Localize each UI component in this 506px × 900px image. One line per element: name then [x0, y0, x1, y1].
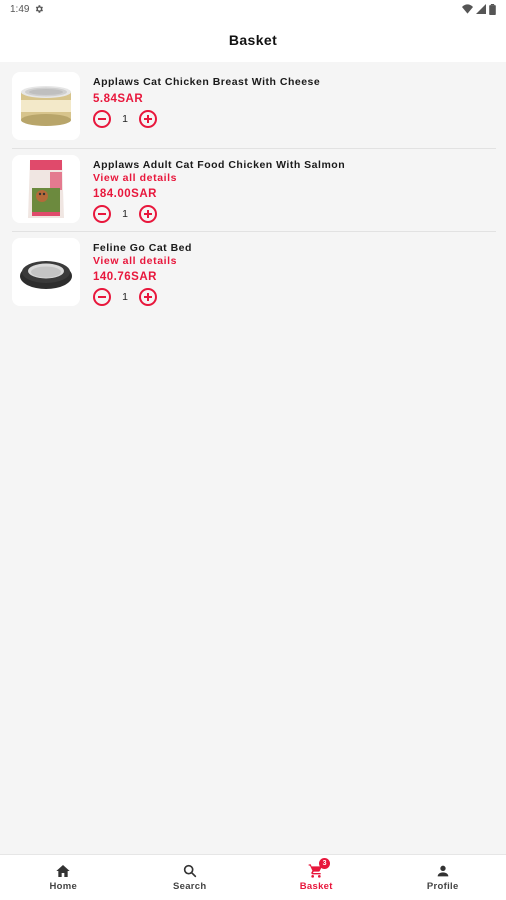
item-price: 184.00SAR	[93, 188, 157, 200]
nav-profile-label: Profile	[426, 881, 459, 892]
product-image[interactable]	[12, 238, 80, 306]
home-icon	[56, 865, 70, 877]
search-icon	[183, 864, 196, 878]
nav-basket-label: Basket	[299, 881, 333, 892]
page-title: Basket	[228, 32, 278, 48]
view-details-link[interactable]: View all details	[93, 255, 192, 267]
bottom-nav: Home Search 3 Basket Profile	[0, 854, 506, 900]
item-name[interactable]: Applaws Adult Cat Food Chicken With Salm…	[93, 158, 345, 172]
decrease-quantity-button[interactable]	[93, 205, 111, 223]
app-header: Basket	[0, 18, 506, 62]
basket-item: Feline Go Cat Bed View all details 140.7…	[12, 232, 496, 314]
quantity-value: 1	[122, 208, 128, 220]
cat-food-bag-image	[28, 160, 64, 218]
status-right	[462, 3, 496, 15]
item-name[interactable]: Applaws Cat Chicken Breast With Cheese	[93, 75, 320, 89]
item-price: 140.76SAR	[93, 271, 157, 283]
view-details-link[interactable]: View all details	[93, 172, 345, 184]
item-info: Feline Go Cat Bed View all details 140.7…	[93, 238, 192, 306]
status-time: 1:49	[10, 3, 30, 15]
item-name[interactable]: Feline Go Cat Bed	[93, 241, 192, 255]
cart-count-badge: 3	[319, 858, 331, 869]
nav-profile[interactable]: Profile	[380, 855, 506, 900]
decrease-quantity-button[interactable]	[93, 288, 111, 306]
quantity-stepper: 1	[93, 205, 345, 223]
battery-icon	[489, 3, 496, 15]
product-image[interactable]	[12, 72, 80, 140]
quantity-stepper: 1	[93, 110, 320, 128]
settings-gear-icon	[36, 5, 44, 13]
basket-item: Applaws Adult Cat Food Chicken With Salm…	[12, 149, 496, 232]
nav-basket[interactable]: 3 Basket	[253, 855, 380, 900]
item-info: Applaws Adult Cat Food Chicken With Salm…	[93, 155, 345, 223]
quantity-value: 1	[122, 291, 128, 303]
status-left: 1:49	[10, 4, 44, 15]
person-icon	[437, 865, 449, 877]
wifi-icon	[462, 4, 473, 14]
signal-icon	[476, 4, 486, 14]
nav-search-label: Search	[173, 881, 207, 892]
increase-quantity-button[interactable]	[139, 205, 157, 223]
quantity-value: 1	[122, 113, 128, 125]
nav-search[interactable]: Search	[127, 855, 254, 900]
decrease-quantity-button[interactable]	[93, 110, 111, 128]
item-info: Applaws Cat Chicken Breast With Cheese 5…	[93, 72, 320, 128]
item-price: 5.84SAR	[93, 93, 144, 105]
status-bar: 1:49	[0, 0, 506, 18]
product-image[interactable]	[12, 155, 80, 223]
cat-bed-image	[20, 261, 72, 289]
nav-home[interactable]: Home	[0, 855, 127, 900]
quantity-stepper: 1	[93, 288, 192, 306]
increase-quantity-button[interactable]	[139, 110, 157, 128]
increase-quantity-button[interactable]	[139, 288, 157, 306]
basket-item: Applaws Cat Chicken Breast With Cheese 5…	[12, 66, 496, 149]
nav-home-label: Home	[49, 881, 78, 892]
basket-list: Applaws Cat Chicken Breast With Cheese 5…	[12, 66, 496, 314]
cat-food-can-image	[21, 86, 71, 126]
cart-icon-wrapper: 3	[308, 858, 331, 879]
